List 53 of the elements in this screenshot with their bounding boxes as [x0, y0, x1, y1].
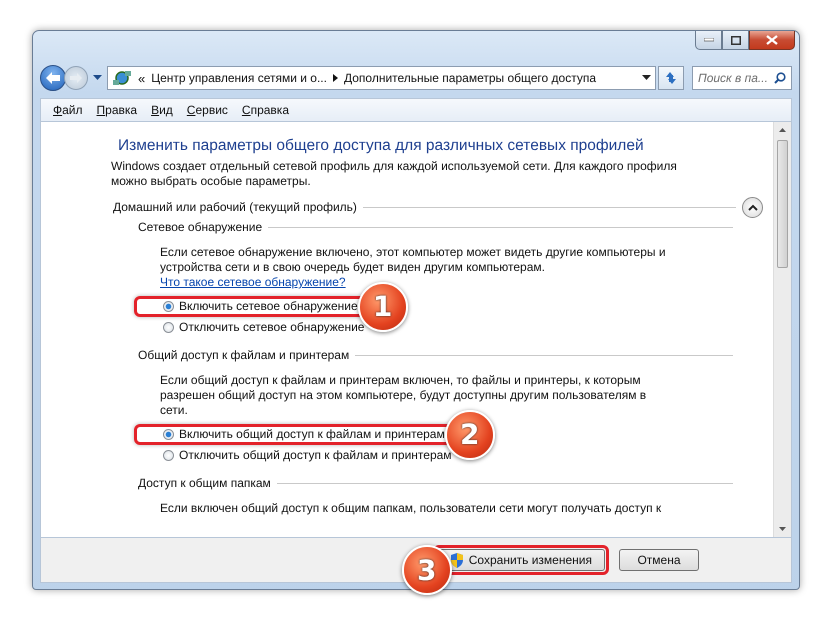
back-button[interactable]	[40, 65, 66, 91]
search-field[interactable]: Поиск в па...	[692, 66, 792, 90]
shield-icon	[450, 552, 464, 568]
radio-button[interactable]	[163, 301, 174, 312]
radio-button[interactable]	[163, 322, 174, 333]
radio-button[interactable]	[163, 429, 174, 440]
close-button[interactable]	[749, 31, 795, 50]
menu-item[interactable]: Сервис	[180, 101, 234, 119]
section-description: Если включен общий доступ к общим папкам, пользователи сети могут получать доступ к	[160, 501, 662, 516]
maximize-icon	[730, 36, 740, 44]
breadcrumb[interactable]: Дополнительные параметры общего доступа	[344, 71, 596, 85]
forward-arrow-icon	[69, 72, 83, 84]
chevron-up-icon	[748, 204, 758, 211]
radio-button[interactable]	[163, 450, 174, 461]
minimize-button[interactable]	[695, 31, 722, 50]
page-title: Изменить параметры общего доступа для различных сетевых профилей	[118, 136, 645, 156]
close-icon	[766, 35, 778, 45]
section-heading: Сетевое обнаружение	[138, 220, 262, 235]
scrollbar[interactable]	[773, 122, 791, 537]
maximize-button[interactable]	[722, 31, 749, 50]
breadcrumb[interactable]: Центр управления сетями и о...	[151, 71, 327, 85]
menu-item[interactable]: Справка	[236, 101, 295, 119]
scroll-up-icon[interactable]	[779, 128, 786, 132]
section-description: Если общий доступ к файлам и принтерам включен, то файлы и принтеры, к которым разрешен общий доступ на этом компьютере, будут доступны другим пользователям в сети.	[160, 373, 648, 418]
dropdown-icon[interactable]	[642, 75, 651, 81]
scroll-down-icon[interactable]	[779, 527, 786, 531]
network-icon	[112, 69, 132, 87]
section-description: Если сетевое обнаружение включено, этот компьютер может видеть другие компьютеры и устройства сети и в свою очередь будет виден другим компьютерам. Что такое сетевое обнаружение?	[160, 245, 667, 290]
cancel-button[interactable]: Отмена	[619, 549, 699, 571]
menu-item[interactable]: Правка	[90, 101, 144, 119]
radio-option[interactable]: Включить общий доступ к файлам и принтерам	[163, 427, 445, 442]
step-number-badge: 3	[402, 545, 452, 595]
help-link[interactable]: Что такое сетевое обнаружение?	[160, 275, 346, 289]
scrollbar-thumb[interactable]	[777, 140, 788, 268]
radio-option[interactable]: Включить сетевое обнаружение	[163, 299, 358, 314]
profile-heading: Домашний или рабочий (текущий профиль)	[113, 200, 357, 215]
minimize-icon	[704, 38, 714, 42]
radio-option[interactable]: Отключить общий доступ к файлам и принтерам	[163, 448, 452, 463]
section-heading: Общий доступ к файлам и принтерам	[138, 348, 350, 363]
search-icon	[774, 72, 786, 84]
separator-arrow-icon[interactable]	[332, 74, 338, 82]
intro-text: Windows создает отдельный сетевой профиль для каждой используемой сети. Для каждого профиля можно выбрать особые параметры.	[111, 159, 678, 189]
section-heading: Доступ к общим папкам	[138, 476, 271, 491]
address-bar[interactable]: « Центр управления сетями и о... Дополнительные параметры общего доступа	[107, 66, 656, 90]
collapse-button[interactable]	[742, 197, 763, 218]
menu-item[interactable]: Файл	[47, 101, 89, 119]
back-arrow-icon	[45, 71, 61, 85]
refresh-icon	[663, 70, 679, 86]
overflow-chevron[interactable]: «	[138, 70, 146, 86]
menu-item[interactable]: Вид	[145, 101, 179, 119]
refresh-button[interactable]	[658, 66, 684, 90]
radio-option[interactable]: Отключить сетевое обнаружение	[163, 320, 364, 335]
dropdown-icon[interactable]	[93, 75, 102, 81]
